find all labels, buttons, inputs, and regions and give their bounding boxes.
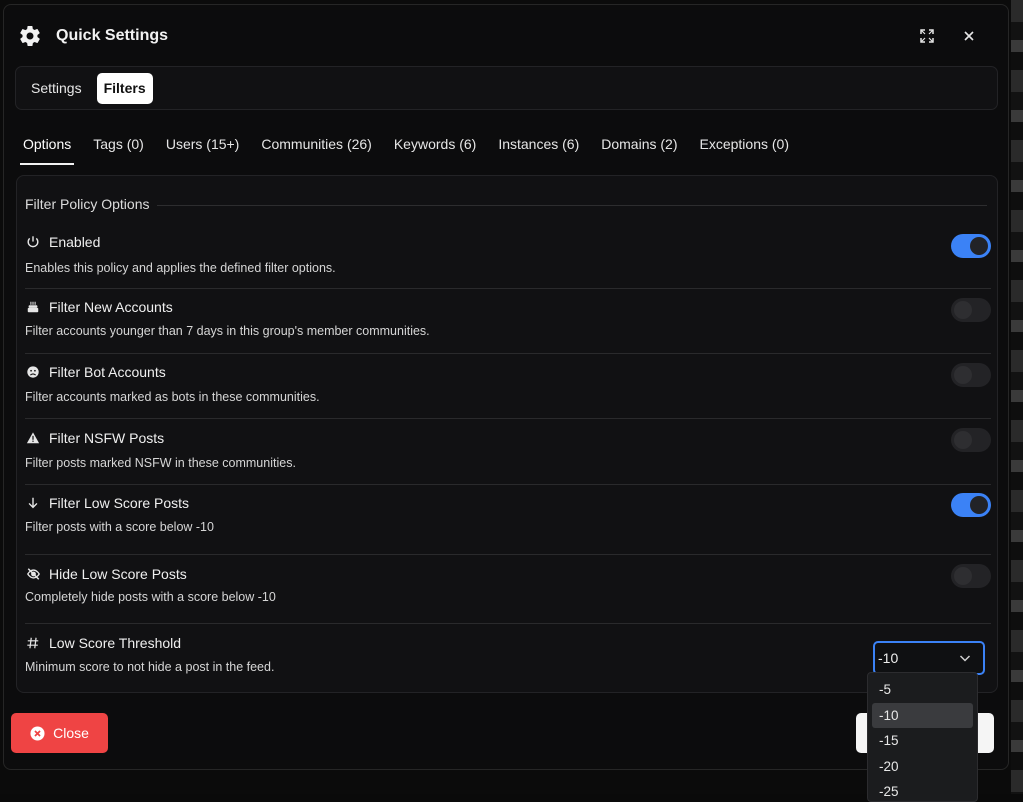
enabled-toggle[interactable] — [951, 234, 991, 258]
cake-icon — [25, 299, 41, 315]
option-description: Filter posts with a score below -10 — [25, 520, 214, 534]
section-switcher: Settings Filters — [15, 66, 998, 110]
warning-icon — [25, 430, 41, 446]
option-title-row: Hide Low Score Posts — [25, 566, 187, 582]
tab-instances[interactable]: Instances (6) — [495, 133, 582, 165]
option-description: Minimum score to not hide a post in the … — [25, 660, 274, 674]
option-title-row: Enabled — [25, 234, 100, 250]
toggle-knob — [954, 567, 972, 585]
expand-icon — [919, 28, 935, 44]
close-icon — [963, 30, 975, 42]
filter-low-score-posts-toggle[interactable] — [951, 493, 991, 517]
toggle-knob — [954, 431, 972, 449]
option-title: Filter NSFW Posts — [49, 430, 164, 446]
option-low-score-threshold: Low Score Threshold Minimum score to not… — [25, 624, 991, 692]
arrow-down-icon — [25, 495, 41, 511]
threshold-option[interactable]: -5 — [872, 677, 973, 703]
legend-divider — [157, 205, 987, 206]
filter-bot-accounts-toggle[interactable] — [951, 363, 991, 387]
dialog-header: Quick Settings — [18, 19, 994, 53]
option-title: Hide Low Score Posts — [49, 566, 187, 582]
option-title: Enabled — [49, 234, 100, 250]
option-title-row: Filter Bot Accounts — [25, 364, 166, 380]
tab-options[interactable]: Options — [20, 133, 74, 165]
option-description: Filter accounts younger than 7 days in t… — [25, 324, 430, 338]
option-title-row: Filter New Accounts — [25, 299, 173, 315]
option-description: Filter accounts marked as bots in these … — [25, 390, 320, 404]
option-filter-bot-accounts: Filter Bot Accounts Filter accounts mark… — [25, 354, 991, 419]
threshold-option[interactable]: -25 — [872, 779, 973, 802]
option-title: Filter New Accounts — [49, 299, 173, 315]
filter-tabs: Options Tags (0) Users (15+) Communities… — [20, 133, 792, 165]
close-button-label: Close — [53, 725, 89, 741]
option-filter-new-accounts: Filter New Accounts Filter accounts youn… — [25, 289, 991, 354]
option-description: Completely hide posts with a score below… — [25, 590, 276, 604]
panel-legend: Filter Policy Options — [25, 196, 987, 212]
filter-policy-panel: Filter Policy Options Enabled Enables th… — [16, 175, 998, 693]
power-icon — [25, 234, 41, 250]
expand-button[interactable] — [914, 23, 940, 49]
tab-users[interactable]: Users (15+) — [163, 133, 243, 165]
option-title-row: Filter NSFW Posts — [25, 430, 164, 446]
quick-settings-dialog: Quick Settings Settings Filters Options … — [3, 4, 1009, 770]
close-dialog-button[interactable] — [956, 23, 982, 49]
threshold-option-selected[interactable]: -10 — [872, 703, 973, 729]
option-filter-low-score-posts: Filter Low Score Posts Filter posts with… — [25, 485, 991, 555]
filter-new-accounts-toggle[interactable] — [951, 298, 991, 322]
close-button[interactable]: Close — [11, 713, 108, 753]
threshold-option[interactable]: -20 — [872, 754, 973, 780]
toggle-knob — [954, 366, 972, 384]
option-description: Filter posts marked NSFW in these commun… — [25, 456, 296, 470]
option-title: Filter Bot Accounts — [49, 364, 166, 380]
sad-face-icon — [25, 364, 41, 380]
option-title: Low Score Threshold — [49, 635, 181, 651]
tab-tags[interactable]: Tags (0) — [90, 133, 147, 165]
toggle-knob — [954, 301, 972, 319]
eye-off-icon — [25, 566, 41, 582]
tab-exceptions[interactable]: Exceptions (0) — [697, 133, 792, 165]
background-page-strip — [1011, 0, 1023, 794]
threshold-select-value: -10 — [878, 650, 898, 666]
threshold-dropdown: -5 -10 -15 -20 -25 — [867, 672, 978, 802]
option-description: Enables this policy and applies the defi… — [25, 261, 336, 275]
panel-legend-text: Filter Policy Options — [25, 196, 149, 212]
hide-low-score-posts-toggle[interactable] — [951, 564, 991, 588]
option-title-row: Low Score Threshold — [25, 635, 181, 651]
close-circle-icon — [30, 726, 45, 741]
option-title-row: Filter Low Score Posts — [25, 495, 189, 511]
chevron-down-icon — [957, 650, 973, 666]
option-title: Filter Low Score Posts — [49, 495, 189, 511]
tab-communities[interactable]: Communities (26) — [258, 133, 374, 165]
threshold-option[interactable]: -15 — [872, 728, 973, 754]
dialog-title: Quick Settings — [56, 27, 168, 45]
option-hide-low-score-posts: Hide Low Score Posts Completely hide pos… — [25, 555, 991, 624]
toggle-knob — [970, 496, 988, 514]
hash-icon — [25, 635, 41, 651]
segment-filters[interactable]: Filters — [97, 73, 153, 104]
threshold-select[interactable]: -10 — [873, 641, 985, 675]
filter-nsfw-posts-toggle[interactable] — [951, 428, 991, 452]
toggle-knob — [970, 237, 988, 255]
option-filter-nsfw-posts: Filter NSFW Posts Filter posts marked NS… — [25, 419, 991, 485]
option-enabled: Enabled Enables this policy and applies … — [25, 228, 991, 289]
segment-settings[interactable]: Settings — [24, 73, 89, 104]
tab-domains[interactable]: Domains (2) — [598, 133, 680, 165]
gear-icon — [18, 24, 42, 48]
tab-keywords[interactable]: Keywords (6) — [391, 133, 479, 165]
